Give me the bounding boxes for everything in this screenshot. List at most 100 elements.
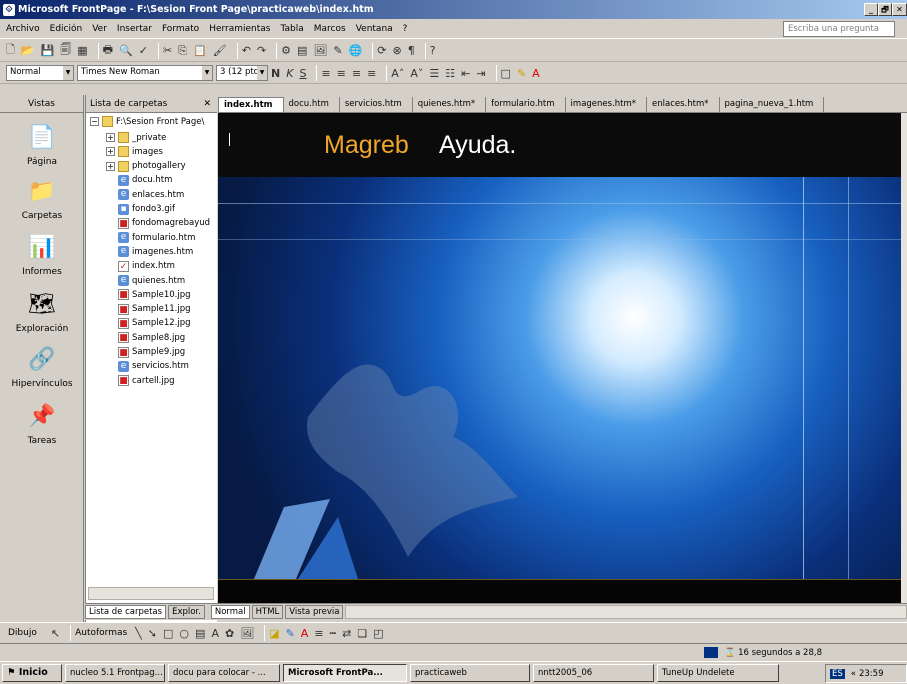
stop-icon[interactable]: ⊗	[393, 44, 402, 57]
tab-folder-list[interactable]: Lista de carpetas	[85, 605, 167, 619]
line-icon[interactable]: ╲	[135, 627, 142, 640]
expand-icon[interactable]: +	[106, 161, 115, 171]
page-tab[interactable]: quienes.htm*	[413, 97, 487, 112]
tree-item[interactable]: ■ Sample8.jpg	[106, 332, 185, 344]
page-tab[interactable]: formulario.htm	[486, 97, 566, 112]
tree-item[interactable]: ■ Sample12.jpg	[106, 317, 191, 329]
tree-item[interactable]: + _private	[106, 132, 166, 143]
close-button[interactable]: ✕	[892, 3, 907, 16]
copy-icon[interactable]: ⎘	[178, 44, 187, 58]
menu-ayuda[interactable]: ?	[403, 24, 408, 34]
page-tab[interactable]: pagina_nueva_1.htm	[720, 97, 825, 112]
task-nntt2005[interactable]: nntt2005_06	[533, 664, 654, 682]
justify-icon[interactable]: ≡	[367, 67, 376, 80]
view-informes[interactable]: 📊 Informes	[0, 233, 84, 277]
cut-icon[interactable]: ✂	[163, 44, 172, 57]
rectangle-icon[interactable]: □	[163, 627, 173, 640]
open-icon[interactable]: 📂	[21, 44, 35, 57]
decrease-font-icon[interactable]: A˅	[410, 67, 423, 80]
picture-icon[interactable]: 🖼	[240, 627, 254, 640]
view-carpetas[interactable]: 📁 Carpetas	[0, 177, 84, 221]
3d-icon[interactable]: ◰	[373, 627, 383, 640]
restore-button[interactable]: 🗗	[878, 3, 892, 16]
menu-ver[interactable]: Ver	[92, 24, 107, 34]
size-dropdown[interactable]: 3 (12 pto ▼	[216, 65, 268, 81]
tree-item[interactable]: ■ fondomagrebayud	[106, 217, 210, 229]
publish-icon[interactable]: 🗐	[60, 41, 71, 60]
redo-icon[interactable]: ↷	[257, 44, 266, 57]
align-center-icon[interactable]: ≡	[337, 67, 346, 80]
folder-hscrollbar[interactable]	[88, 587, 214, 600]
task-nucleo[interactable]: nucleo 5.1 Frontpag...	[65, 664, 165, 682]
tree-item[interactable]: ■ Sample9.jpg	[106, 346, 185, 358]
font-color-icon[interactable]: A	[532, 67, 540, 80]
paste-icon[interactable]: 📋	[193, 44, 207, 57]
tree-item[interactable]: e enlaces.htm	[106, 189, 184, 201]
numbering-icon[interactable]: ☰	[429, 67, 439, 80]
align-left-icon[interactable]: ≡	[321, 67, 330, 80]
tree-item[interactable]: e imagenes.htm	[106, 246, 193, 258]
toggle-pane-icon[interactable]: ▦	[77, 44, 87, 57]
bullets-icon[interactable]: ☷	[445, 67, 455, 80]
underline-icon[interactable]: S	[299, 67, 306, 80]
menu-edicion[interactable]: Edición	[50, 24, 83, 34]
menu-formato[interactable]: Formato	[162, 24, 199, 34]
ask-question-box[interactable]: Escriba una pregunta	[783, 21, 895, 37]
design-vscrollbar[interactable]	[901, 113, 907, 603]
menu-insertar[interactable]: Insertar	[117, 24, 152, 34]
drawing-icon[interactable]: ✎	[333, 44, 342, 57]
start-button[interactable]: ⚑ Inicio	[2, 664, 62, 682]
dibujo-menu[interactable]: Dibujo	[8, 628, 37, 638]
drawing-font-color-icon[interactable]: A	[301, 627, 309, 640]
task-tuneup[interactable]: TuneUp Undelete	[657, 664, 779, 682]
close-pane-icon[interactable]: ✕	[203, 95, 211, 113]
spelling-icon[interactable]: ✓	[139, 44, 148, 57]
tree-item[interactable]: ✓ index.htm	[106, 260, 175, 272]
arrow-style-icon[interactable]: ⇄	[342, 627, 351, 640]
menu-tabla[interactable]: Tabla	[281, 24, 304, 34]
design-canvas[interactable]: Magreb Ayuda.	[218, 113, 901, 603]
format-painter-icon[interactable]: 🖌	[213, 44, 227, 57]
shadow-icon[interactable]: ❏	[357, 627, 367, 640]
print-icon[interactable]: 🖶	[103, 41, 113, 60]
task-practicaweb[interactable]: practicaweb	[410, 664, 530, 682]
tab-preview[interactable]: Vista previa	[285, 605, 344, 619]
expand-icon[interactable]: +	[106, 133, 115, 142]
design-hscrollbar[interactable]	[345, 605, 907, 619]
new-page-icon[interactable]: 🗋	[6, 41, 15, 60]
tree-item[interactable]: ■ Sample10.jpg	[106, 289, 191, 301]
tree-item[interactable]: + photogallery	[106, 160, 186, 172]
align-right-icon[interactable]: ≡	[352, 67, 361, 80]
view-hipervinculos[interactable]: 🔗 Hipervínculos	[0, 345, 84, 389]
page-tab[interactable]: docu.htm	[284, 97, 340, 112]
tree-item[interactable]: e formulario.htm	[106, 232, 195, 244]
save-icon[interactable]: 💾	[41, 44, 55, 57]
line-style-icon[interactable]: ≡	[314, 627, 323, 640]
menu-ventana[interactable]: Ventana	[356, 24, 393, 34]
show-all-icon[interactable]: ¶	[408, 44, 415, 57]
bold-icon[interactable]: N	[271, 67, 280, 80]
undo-icon[interactable]: ↶	[242, 44, 251, 57]
view-pagina[interactable]: 📄 Página	[0, 123, 84, 167]
outdent-icon[interactable]: ⇤	[461, 67, 470, 80]
tree-item[interactable]: ▪ fondo3.gif	[106, 203, 175, 215]
oval-icon[interactable]: ○	[179, 627, 189, 640]
view-tareas[interactable]: 📌 Tareas	[0, 402, 84, 446]
task-docu[interactable]: docu para colocar - ...	[168, 664, 280, 682]
select-arrow-icon[interactable]: ↖	[51, 627, 60, 640]
font-dropdown[interactable]: Times New Roman ▼	[77, 65, 213, 81]
page-tab[interactable]: servicios.htm	[340, 97, 413, 112]
menu-herramientas[interactable]: Herramientas	[209, 24, 270, 34]
autoformas-menu[interactable]: Autoformas	[75, 628, 127, 638]
task-frontpage[interactable]: Microsoft FrontPa...	[283, 664, 407, 682]
tree-item[interactable]: + images	[106, 146, 163, 158]
hyperlink-icon[interactable]: 🌐	[349, 44, 363, 57]
textbox-icon[interactable]: ▤	[195, 627, 205, 640]
preview-icon[interactable]: 🔍	[119, 44, 133, 57]
web-component-icon[interactable]: ⚙	[281, 44, 291, 57]
indent-icon[interactable]: ⇥	[476, 67, 485, 80]
wordart-icon[interactable]: A	[211, 627, 219, 640]
page-tab[interactable]: imagenes.htm*	[566, 97, 648, 112]
highlight-icon[interactable]: ✎	[517, 67, 526, 80]
tree-item[interactable]: e servicios.htm	[106, 360, 189, 372]
